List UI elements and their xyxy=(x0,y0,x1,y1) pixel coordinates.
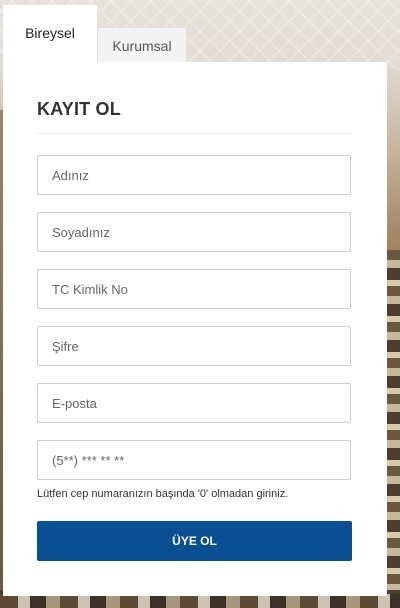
register-page: Bireysel Kurumsal KAYIT OL Lütfen cep nu… xyxy=(0,0,400,608)
last-name-input[interactable] xyxy=(37,212,351,252)
register-button[interactable]: ÜYE OL xyxy=(37,521,352,561)
tc-id-input[interactable] xyxy=(37,269,351,309)
first-name-input[interactable] xyxy=(37,155,351,195)
form-title: KAYIT OL xyxy=(37,99,121,119)
phone-input[interactable] xyxy=(37,440,351,480)
phone-hint: Lütfen cep numaranızın başında '0' olmad… xyxy=(37,488,289,500)
background-building xyxy=(386,250,400,590)
background-street xyxy=(0,594,400,608)
tab-individual[interactable]: Bireysel xyxy=(3,5,97,65)
email-input[interactable] xyxy=(37,383,351,423)
tab-individual-label: Bireysel xyxy=(25,25,75,41)
tab-corporate[interactable]: Kurumsal xyxy=(97,27,187,63)
title-divider xyxy=(37,133,352,134)
tab-corporate-label: Kurumsal xyxy=(112,37,172,54)
register-form-panel: KAYIT OL Lütfen cep numaranızın başında … xyxy=(3,62,387,596)
password-input[interactable] xyxy=(37,326,351,366)
